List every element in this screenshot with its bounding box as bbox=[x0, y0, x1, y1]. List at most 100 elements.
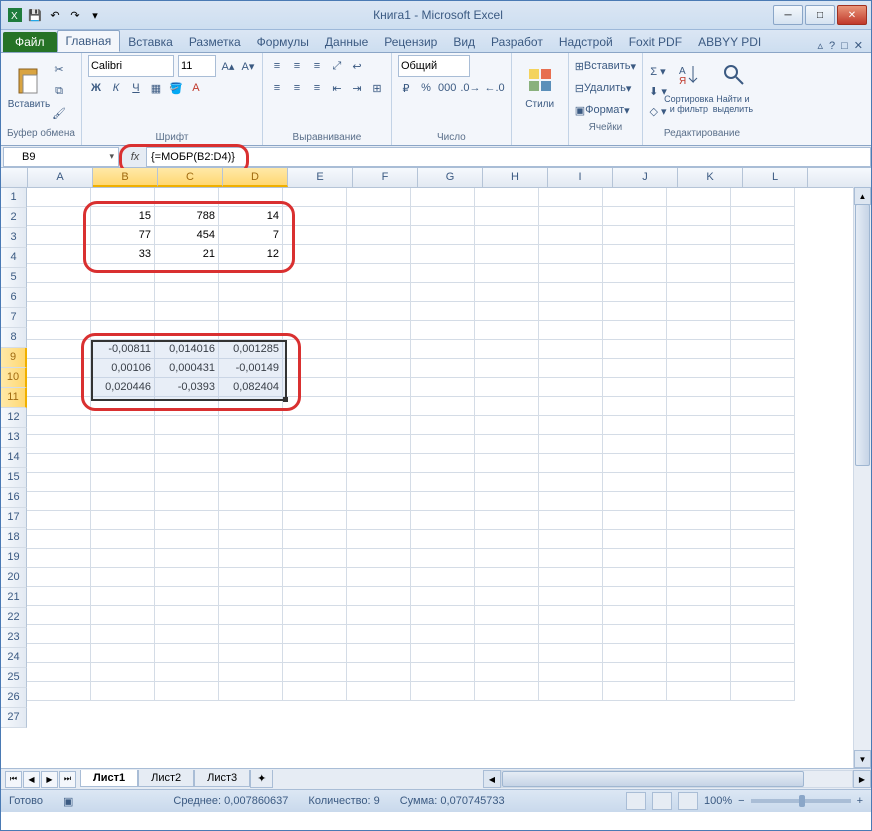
cell-J14[interactable] bbox=[603, 435, 667, 454]
cell-E22[interactable] bbox=[283, 587, 347, 606]
scroll-up-icon[interactable]: ▲ bbox=[854, 187, 871, 205]
cell-J25[interactable] bbox=[603, 644, 667, 663]
cell-F23[interactable] bbox=[347, 606, 411, 625]
cell-J16[interactable] bbox=[603, 473, 667, 492]
cell-F9[interactable] bbox=[347, 340, 411, 359]
cell-B26[interactable] bbox=[91, 663, 155, 682]
row-header-7[interactable]: 7 bbox=[1, 308, 27, 328]
cell-G21[interactable] bbox=[411, 568, 475, 587]
doc-close-icon[interactable]: ✕ bbox=[854, 39, 863, 52]
view-break-icon[interactable] bbox=[678, 792, 698, 810]
cell-B8[interactable] bbox=[91, 321, 155, 340]
cell-D23[interactable] bbox=[219, 606, 283, 625]
cell-B5[interactable] bbox=[91, 264, 155, 283]
number-format-combo[interactable] bbox=[398, 55, 470, 77]
cell-H12[interactable] bbox=[475, 397, 539, 416]
italic-button[interactable]: К bbox=[108, 79, 124, 97]
tab-addins[interactable]: Надстрой bbox=[551, 32, 621, 52]
cell-D27[interactable] bbox=[219, 682, 283, 701]
cell-L8[interactable] bbox=[731, 321, 795, 340]
cell-C12[interactable] bbox=[155, 397, 219, 416]
cell-F2[interactable] bbox=[347, 207, 411, 226]
cell-L2[interactable] bbox=[731, 207, 795, 226]
cell-D20[interactable] bbox=[219, 549, 283, 568]
cell-H14[interactable] bbox=[475, 435, 539, 454]
cell-I21[interactable] bbox=[539, 568, 603, 587]
cell-F14[interactable] bbox=[347, 435, 411, 454]
cell-F27[interactable] bbox=[347, 682, 411, 701]
cell-I1[interactable] bbox=[539, 188, 603, 207]
cell-L6[interactable] bbox=[731, 283, 795, 302]
border-icon[interactable]: ▦ bbox=[148, 79, 164, 97]
cell-K9[interactable] bbox=[667, 340, 731, 359]
tab-home[interactable]: Главная bbox=[57, 30, 121, 52]
cell-G13[interactable] bbox=[411, 416, 475, 435]
cell-J8[interactable] bbox=[603, 321, 667, 340]
cell-H24[interactable] bbox=[475, 625, 539, 644]
cell-A1[interactable] bbox=[27, 188, 91, 207]
currency-icon[interactable]: ₽ bbox=[398, 79, 414, 97]
cell-C10[interactable]: 0,000431 bbox=[155, 359, 219, 378]
cell-H25[interactable] bbox=[475, 644, 539, 663]
underline-button[interactable]: Ч bbox=[128, 79, 144, 97]
cell-B22[interactable] bbox=[91, 587, 155, 606]
cell-B13[interactable] bbox=[91, 416, 155, 435]
redo-icon[interactable]: ↷ bbox=[67, 7, 83, 23]
column-header-J[interactable]: J bbox=[613, 168, 678, 187]
cell-I26[interactable] bbox=[539, 663, 603, 682]
cell-C2[interactable]: 788 bbox=[155, 207, 219, 226]
align-center-icon[interactable]: ≡ bbox=[289, 79, 305, 97]
cell-K8[interactable] bbox=[667, 321, 731, 340]
cell-J9[interactable] bbox=[603, 340, 667, 359]
cell-G16[interactable] bbox=[411, 473, 475, 492]
cell-D15[interactable] bbox=[219, 454, 283, 473]
align-bot-icon[interactable]: ≡ bbox=[309, 57, 325, 75]
cell-E24[interactable] bbox=[283, 625, 347, 644]
cut-icon[interactable]: ✂ bbox=[51, 60, 67, 78]
cell-E4[interactable] bbox=[283, 245, 347, 264]
cell-H22[interactable] bbox=[475, 587, 539, 606]
cell-D5[interactable] bbox=[219, 264, 283, 283]
cell-G26[interactable] bbox=[411, 663, 475, 682]
column-header-K[interactable]: K bbox=[678, 168, 743, 187]
column-header-H[interactable]: H bbox=[483, 168, 548, 187]
cell-J15[interactable] bbox=[603, 454, 667, 473]
cell-F11[interactable] bbox=[347, 378, 411, 397]
cell-G19[interactable] bbox=[411, 530, 475, 549]
cell-C3[interactable]: 454 bbox=[155, 226, 219, 245]
row-header-22[interactable]: 22 bbox=[1, 608, 27, 628]
cell-C8[interactable] bbox=[155, 321, 219, 340]
cell-A26[interactable] bbox=[27, 663, 91, 682]
zoom-in-icon[interactable]: + bbox=[857, 795, 863, 807]
cell-J22[interactable] bbox=[603, 587, 667, 606]
cell-A16[interactable] bbox=[27, 473, 91, 492]
cell-H8[interactable] bbox=[475, 321, 539, 340]
cell-D3[interactable]: 7 bbox=[219, 226, 283, 245]
cell-B18[interactable] bbox=[91, 511, 155, 530]
cell-F20[interactable] bbox=[347, 549, 411, 568]
indent-inc-icon[interactable]: ⇥ bbox=[349, 79, 365, 97]
cell-K21[interactable] bbox=[667, 568, 731, 587]
cell-K15[interactable] bbox=[667, 454, 731, 473]
cell-J23[interactable] bbox=[603, 606, 667, 625]
cell-G17[interactable] bbox=[411, 492, 475, 511]
cell-J10[interactable] bbox=[603, 359, 667, 378]
cell-I18[interactable] bbox=[539, 511, 603, 530]
cell-E26[interactable] bbox=[283, 663, 347, 682]
cell-E1[interactable] bbox=[283, 188, 347, 207]
cell-J19[interactable] bbox=[603, 530, 667, 549]
dec-decimal-icon[interactable]: ←.0 bbox=[485, 79, 505, 97]
cell-J20[interactable] bbox=[603, 549, 667, 568]
row-header-6[interactable]: 6 bbox=[1, 288, 27, 308]
cell-G4[interactable] bbox=[411, 245, 475, 264]
cell-I6[interactable] bbox=[539, 283, 603, 302]
cell-A27[interactable] bbox=[27, 682, 91, 701]
cell-D22[interactable] bbox=[219, 587, 283, 606]
inc-decimal-icon[interactable]: .0→ bbox=[460, 79, 480, 97]
cell-B19[interactable] bbox=[91, 530, 155, 549]
cell-J21[interactable] bbox=[603, 568, 667, 587]
tab-layout[interactable]: Разметка bbox=[181, 32, 249, 52]
cell-I25[interactable] bbox=[539, 644, 603, 663]
cell-A17[interactable] bbox=[27, 492, 91, 511]
cell-G23[interactable] bbox=[411, 606, 475, 625]
